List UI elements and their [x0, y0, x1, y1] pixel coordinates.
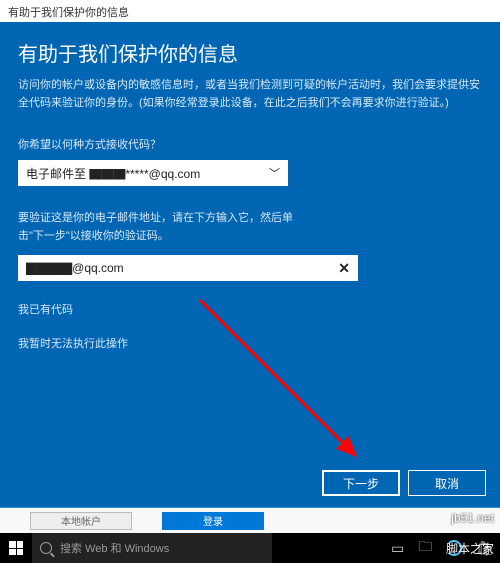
watermark-text: 脚本之家 — [446, 540, 494, 557]
start-button[interactable] — [0, 533, 32, 563]
file-explorer-icon[interactable]: 🗀 — [418, 536, 432, 560]
next-button[interactable]: 下一步 — [322, 470, 400, 496]
search-icon — [40, 542, 52, 554]
cannot-do-link[interactable]: 我暂时无法执行此操作 — [18, 335, 482, 351]
page-heading: 有助于我们保护你的信息 — [18, 38, 482, 67]
window-titlebar: 有助于我们保护你的信息 — [0, 0, 500, 22]
search-placeholder: 搜索 Web 和 Windows — [60, 540, 169, 556]
have-code-link[interactable]: 我已有代码 — [18, 301, 482, 317]
email-input[interactable] — [26, 261, 338, 275]
windows-logo-icon — [9, 541, 23, 555]
clear-input-icon[interactable]: ✕ — [338, 260, 350, 277]
window-title: 有助于我们保护你的信息 — [8, 7, 129, 19]
cancel-button[interactable]: 取消 — [408, 470, 486, 496]
method-prompt: 你希望以何种方式接收代码？ — [18, 136, 482, 152]
select-value: 电子邮件至 ▇▇▇*****@qq.com — [26, 165, 200, 182]
login-button[interactable]: 登录 — [162, 512, 264, 530]
windows-taskbar: 搜索 Web 和 Windows ▭ 🗀 🛍 — [0, 533, 500, 563]
action-button-row: 下一步 取消 — [322, 470, 486, 496]
local-account-button[interactable]: 本地帐户 — [30, 512, 132, 530]
task-view-icon[interactable]: ▭ — [391, 540, 404, 557]
main-content: 有助于我们保护你的信息 访问你的帐户或设备内的敏感信息时，或者当我们检测到可疑的… — [0, 22, 500, 385]
email-input-wrapper: ✕ — [18, 255, 358, 281]
code-method-select[interactable]: 电子邮件至 ▇▇▇*****@qq.com ﹀ — [18, 160, 288, 186]
page-description: 访问你的帐户或设备内的敏感信息时，或者当我们检测到可疑的帐户活动时，我们会要求提… — [18, 77, 482, 112]
background-window-buttons: 本地帐户 登录 — [0, 508, 500, 533]
chevron-down-icon: ﹀ — [269, 165, 280, 181]
taskbar-search[interactable]: 搜索 Web 和 Windows — [32, 533, 272, 563]
watermark-url: jb51.net — [451, 511, 494, 525]
verify-instruction: 要验证这是你的电子邮件地址，请在下方输入它，然后单击"下一步"以接收你的验证码。 — [18, 210, 318, 245]
